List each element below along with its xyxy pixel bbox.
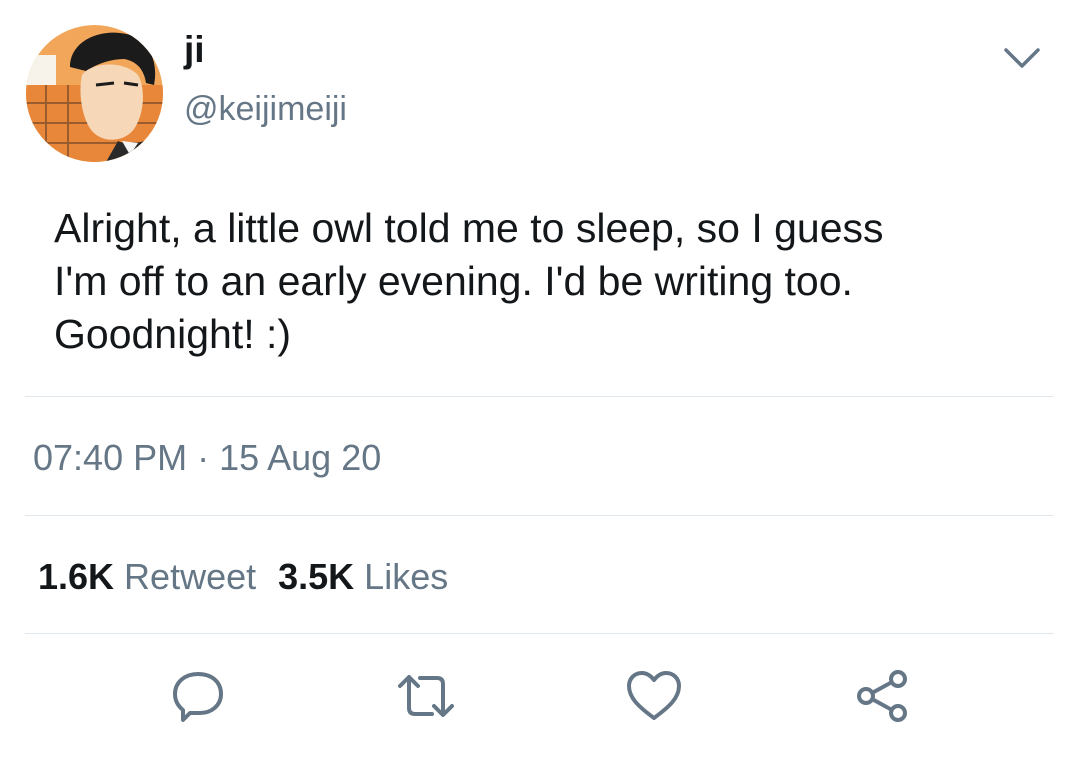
tweet-stats: 1.6K Retweet 3.5K Likes bbox=[38, 555, 448, 599]
likes-label[interactable]: Likes bbox=[364, 555, 448, 599]
tweet-text: Alright, a little owl told me to sleep, … bbox=[54, 205, 884, 357]
tweet-timestamp: 07:40 PM · 15 Aug 20 bbox=[33, 437, 382, 478]
reply-button[interactable] bbox=[168, 668, 228, 728]
share-icon bbox=[854, 668, 910, 729]
reply-icon bbox=[170, 668, 226, 729]
retweet-count[interactable]: 1.6K bbox=[38, 555, 114, 599]
heart-icon bbox=[625, 669, 683, 728]
retweet-icon bbox=[396, 668, 456, 729]
share-button[interactable] bbox=[852, 668, 912, 728]
divider bbox=[25, 396, 1054, 397]
like-button[interactable] bbox=[624, 668, 684, 728]
display-name[interactable]: ji bbox=[184, 28, 205, 72]
chevron-down-icon[interactable] bbox=[1000, 40, 1044, 76]
divider bbox=[25, 515, 1054, 516]
retweet-button[interactable] bbox=[396, 668, 456, 728]
likes-count[interactable]: 3.5K bbox=[278, 555, 354, 599]
avatar[interactable] bbox=[26, 25, 163, 162]
divider bbox=[25, 633, 1054, 634]
user-handle[interactable]: @keijimeiji bbox=[184, 87, 347, 131]
retweet-label[interactable]: Retweet bbox=[124, 555, 256, 599]
